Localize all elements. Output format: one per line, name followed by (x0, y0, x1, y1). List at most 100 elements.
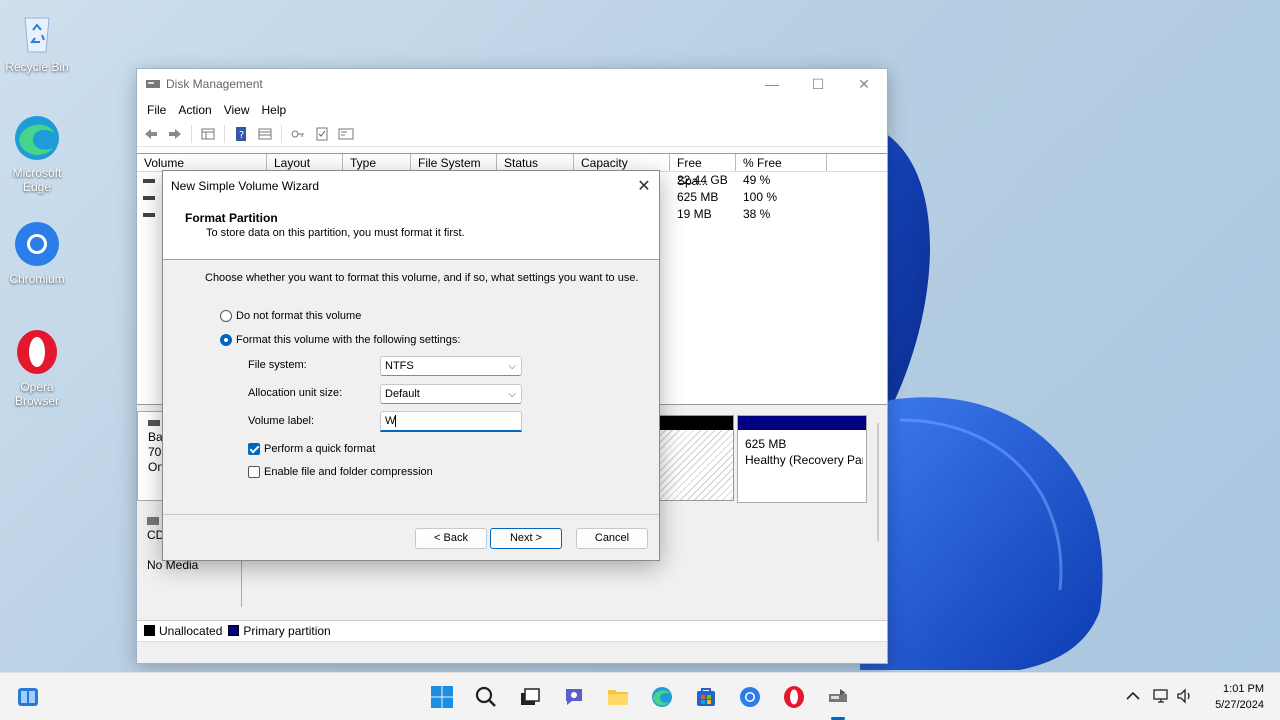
file-system-dropdown[interactable]: NTFS ⌵ (380, 356, 522, 376)
minimize-button[interactable]: — (749, 69, 795, 99)
network-icon[interactable] (1152, 687, 1172, 707)
desktop-icon-label: Opera Browser (14, 380, 59, 408)
checkbox-unchecked[interactable] (248, 466, 260, 478)
widgets-icon[interactable] (12, 681, 44, 713)
wizard-titlebar[interactable]: New Simple Volume Wizard ✕ (163, 171, 659, 201)
column-type[interactable]: Type (343, 154, 411, 171)
desktop-edge[interactable]: Microsoft Edge (4, 114, 70, 194)
legend-unallocated-swatch (144, 625, 155, 636)
column-capacity[interactable]: Capacity (574, 154, 670, 171)
compression-checkbox[interactable]: Enable file and folder compression (248, 466, 433, 478)
toolbar-separator (224, 124, 225, 143)
edge-taskbar-icon[interactable] (646, 681, 678, 713)
cdrom-icon (147, 517, 159, 525)
wizard-close-icon[interactable]: ✕ (629, 176, 659, 196)
clock-date: 5/27/2024 (1215, 699, 1264, 711)
chevron-up-icon[interactable] (1124, 687, 1144, 707)
wizard-footer: < Back Next > Cancel (163, 514, 659, 560)
partition-status: Healthy (Recovery Par (745, 453, 863, 467)
checkbox-label: Enable file and folder compression (264, 466, 433, 478)
status-bar (137, 641, 887, 663)
drive-icon (143, 178, 155, 183)
next-button[interactable]: Next > (490, 528, 562, 549)
volume-label-input[interactable]: W (380, 411, 522, 432)
radio-button-selected[interactable] (220, 334, 232, 346)
column-layout[interactable]: Layout (267, 154, 343, 171)
search-icon[interactable] (470, 681, 502, 713)
radio-format-volume[interactable]: Format this volume with the following se… (220, 334, 460, 346)
settings-panel-icon[interactable] (336, 125, 356, 143)
partition-unallocated-hatched[interactable] (658, 415, 734, 501)
vertical-scrollbar[interactable] (877, 423, 879, 541)
file-system-label: File system: (248, 359, 307, 371)
chromium-taskbar-icon[interactable] (734, 681, 766, 713)
toolbar: ? (137, 121, 887, 147)
new-simple-volume-wizard: New Simple Volume Wizard ✕ Format Partit… (162, 170, 660, 561)
menu-action[interactable]: Action (172, 103, 217, 117)
allocation-unit-dropdown[interactable]: Default ⌵ (380, 384, 522, 404)
checkbox-checked[interactable] (248, 443, 260, 455)
column-percent-free[interactable]: % Free (736, 154, 827, 171)
desktop-icon-label: Chromium (9, 272, 65, 286)
properties-grid-icon[interactable] (198, 125, 218, 143)
allocation-unit-label: Allocation unit size: (248, 387, 343, 399)
window-titlebar[interactable]: Disk Management — ☐ ✕ (137, 69, 887, 99)
opera-icon (13, 328, 61, 376)
partition-header-bar (659, 416, 733, 430)
menu-bar: File Action View Help (137, 99, 887, 121)
radio-label: Format this volume with the following se… (236, 334, 461, 346)
column-free-space[interactable]: Free Spa... (670, 154, 736, 188)
column-file-system[interactable]: File System (411, 154, 497, 171)
desktop-chromium[interactable]: Chromium (4, 220, 70, 286)
column-status[interactable]: Status (497, 154, 574, 171)
wizard-body: Choose whether you want to format this v… (163, 260, 659, 515)
menu-view[interactable]: View (218, 103, 256, 117)
file-explorer-icon[interactable] (602, 681, 634, 713)
wizard-header: Format Partition To store data on this p… (163, 201, 659, 260)
disk-management-taskbar-icon[interactable] (822, 681, 854, 713)
radio-do-not-format[interactable]: Do not format this volume (220, 310, 361, 322)
toolbar-separator (191, 124, 192, 143)
cell-percent-free: 38 % (743, 207, 771, 221)
help-icon[interactable]: ? (231, 125, 251, 143)
opera-taskbar-icon[interactable] (778, 681, 810, 713)
cell-free-space: 625 MB (677, 190, 719, 204)
quick-format-checkbox[interactable]: Perform a quick format (248, 443, 375, 455)
back-arrow-icon[interactable] (141, 125, 161, 143)
teams-chat-icon[interactable] (558, 681, 590, 713)
list-view-icon[interactable] (255, 125, 275, 143)
chevron-down-icon: ⌵ (508, 361, 516, 372)
column-volume[interactable]: Volume (137, 154, 267, 171)
taskbar: 1:01 PM 5/27/2024 (0, 672, 1280, 720)
key-icon[interactable] (288, 125, 308, 143)
cell-percent-free: 49 % (743, 173, 771, 187)
allocation-unit-value: Default (385, 388, 420, 400)
start-icon[interactable] (426, 681, 458, 713)
menu-help[interactable]: Help (256, 103, 293, 117)
drive-icon (143, 195, 155, 200)
desktop-opera[interactable]: Opera Browser (4, 328, 70, 408)
edge-icon (13, 114, 61, 162)
legend-primary-label: Primary partition (243, 623, 331, 638)
desktop-icon-label: Microsoft Edge (12, 166, 62, 194)
radio-button[interactable] (220, 310, 232, 322)
close-button[interactable]: ✕ (841, 69, 887, 99)
file-system-value: NTFS (385, 360, 414, 372)
forward-arrow-icon[interactable] (165, 125, 185, 143)
maximize-button[interactable]: ☐ (795, 69, 841, 99)
task-view-icon[interactable] (514, 681, 546, 713)
desktop-recycle-bin[interactable]: Recycle Bin (4, 8, 70, 74)
cancel-button[interactable]: Cancel (576, 528, 648, 549)
cell-free-space: 19 MB (677, 207, 712, 221)
drive-icon (143, 212, 155, 217)
back-button[interactable]: < Back (415, 528, 487, 549)
volume-icon[interactable] (1176, 687, 1196, 707)
clock-time: 1:01 PM (1223, 683, 1264, 695)
store-icon[interactable] (690, 681, 722, 713)
system-clock[interactable]: 1:01 PM 5/27/2024 (1215, 681, 1264, 713)
desktop-icon-label: Recycle Bin (5, 60, 69, 74)
svg-text:?: ? (239, 130, 244, 141)
menu-file[interactable]: File (141, 103, 172, 117)
checklist-icon[interactable] (312, 125, 332, 143)
partition-recovery[interactable]: 625 MB Healthy (Recovery Par (737, 415, 867, 503)
